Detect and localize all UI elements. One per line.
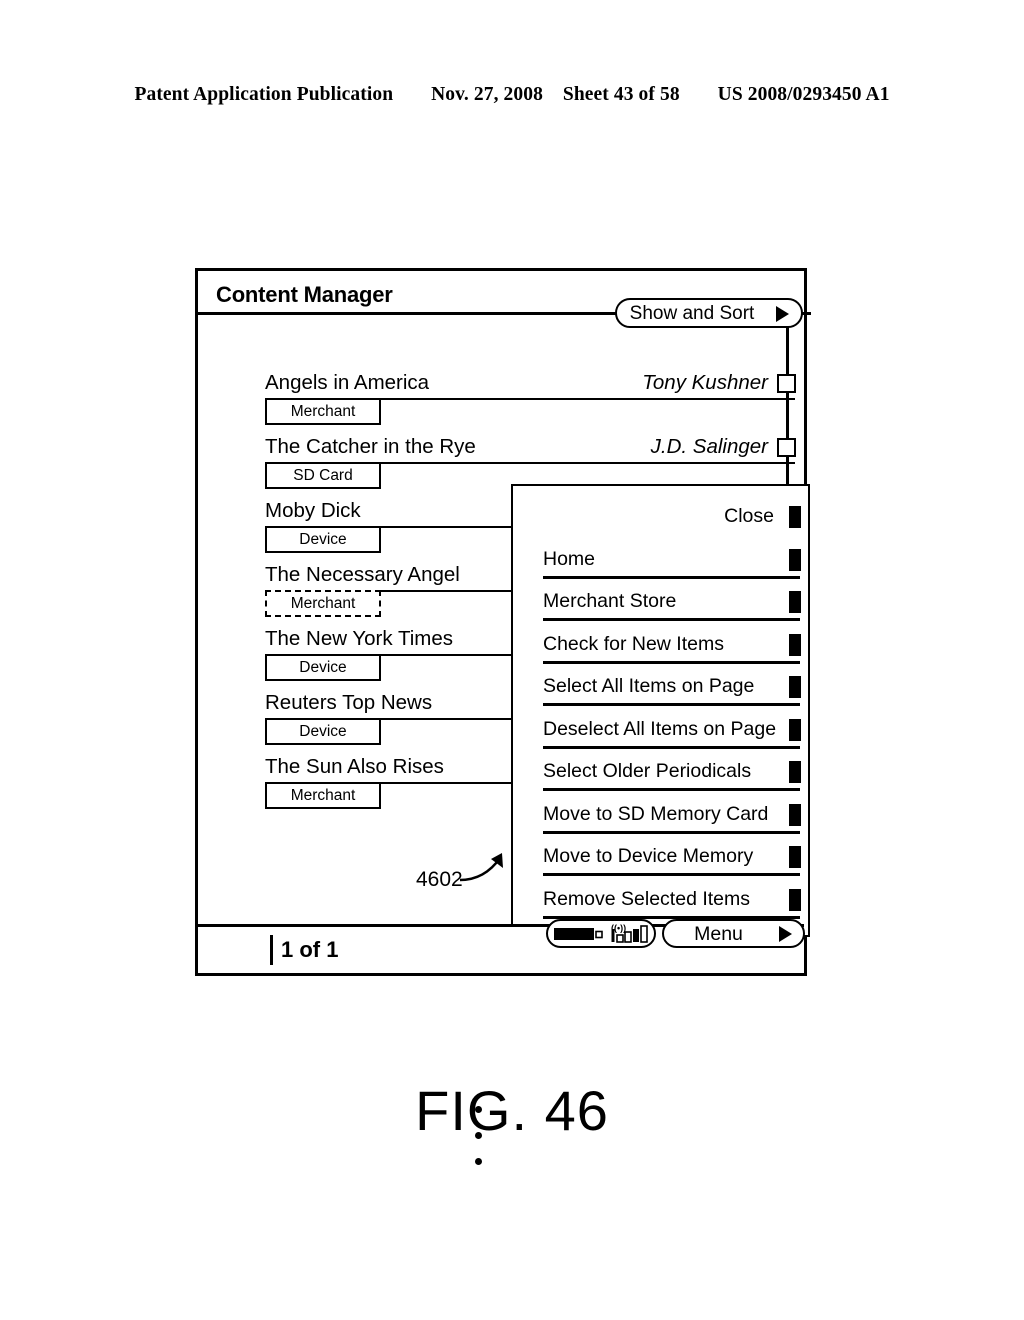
item-location-tag[interactable]: Device [265, 526, 381, 553]
menu-item-label: Select Older Periodicals [543, 760, 752, 782]
sheet-number: Sheet 43 of 58 [562, 84, 680, 105]
square-marker-icon [789, 506, 801, 528]
menu-item-underline [543, 618, 800, 621]
menu-item-label: Select All Items on Page [543, 675, 755, 697]
ellipsis-dot [475, 1106, 482, 1113]
menu-item[interactable]: Select All Items on Page [543, 675, 801, 716]
battery-full-icon [554, 928, 603, 940]
menu-item-label: Move to Device Memory [543, 845, 754, 867]
menu-item[interactable]: Close [543, 505, 801, 546]
menu-item[interactable]: Merchant Store [543, 590, 801, 631]
reference-numeral-4602: 4602 [416, 868, 463, 891]
square-marker-icon [789, 548, 801, 571]
menu-item-underline [543, 873, 800, 876]
square-marker-icon [789, 846, 801, 868]
menu-item-label: Merchant Store [543, 590, 677, 612]
menu-item-underline [543, 745, 800, 749]
page-title: Content Manager [216, 282, 393, 307]
square-marker-icon [789, 718, 801, 741]
menu-item-label: Home [543, 547, 596, 570]
context-popup-menu: Close Home Merchant Store Check for New Ite… [511, 484, 810, 937]
pill-connector-nub [802, 312, 811, 315]
triangle-right-icon [776, 306, 789, 322]
publication-date: Nov. 27, 2008 [431, 84, 543, 105]
menu-item[interactable]: Move to Device Memory [543, 845, 801, 886]
menu-item-label: Close [724, 505, 774, 527]
menu-item-underline [543, 788, 800, 791]
menu-item-label: Move to SD Memory Card [543, 802, 769, 825]
page-indicator-tick [270, 935, 273, 965]
menu-item[interactable]: Move to SD Memory Card [543, 803, 801, 844]
item-location-tag[interactable]: Device [265, 718, 381, 745]
menu-item-underline [543, 703, 800, 706]
list-continues-ellipsis [475, 1106, 482, 1184]
content-list-item[interactable]: Angels in America Tony Kushner Merchant [198, 371, 804, 435]
menu-item-underline [543, 660, 800, 664]
ellipsis-dot [475, 1132, 482, 1139]
square-marker-icon [789, 761, 801, 783]
page-indicator: 1 of 1 [281, 937, 339, 962]
triangle-right-icon [779, 926, 792, 942]
wireless-signal-icon: ((•)) [611, 923, 648, 943]
menu-item-label: Remove Selected Items [543, 887, 751, 910]
item-select-checkbox[interactable] [777, 438, 796, 457]
show-and-sort-label: Show and Sort [629, 303, 755, 324]
menu-item-underline [543, 575, 800, 579]
item-select-checkbox[interactable] [777, 374, 796, 393]
item-location-tag[interactable]: Device [265, 654, 381, 681]
square-marker-icon [789, 888, 801, 911]
patent-page-header: Patent Application Publication Nov. 27, … [0, 84, 1024, 106]
item-author: J.D. Salinger [650, 435, 768, 458]
menu-item-label: Check for New Items [543, 632, 724, 655]
menu-item[interactable]: Select Older Periodicals [543, 760, 801, 801]
screen-statusbar: 1 of 1 ((•)) Menu [198, 919, 805, 973]
square-marker-icon [789, 676, 801, 698]
menu-button-label: Menu [694, 923, 743, 945]
item-location-tag[interactable]: Merchant [265, 782, 381, 809]
item-title: Angels in America [265, 371, 430, 394]
ellipsis-dot [475, 1158, 482, 1165]
status-indicator-pill: ((•)) [546, 919, 656, 948]
menu-item[interactable]: Check for New Items [543, 633, 801, 674]
patent-number: US 2008/0293450 A1 [717, 84, 890, 105]
item-title: The Sun Also Rises [265, 755, 444, 778]
menu-item-label: Deselect All Items on Page [543, 717, 777, 740]
show-and-sort-button[interactable]: Show and Sort [615, 298, 803, 328]
leader-arrow-icon [459, 853, 503, 882]
menu-item[interactable]: Deselect All Items on Page [543, 718, 801, 759]
item-location-tag[interactable]: Merchant [265, 590, 381, 617]
menu-button[interactable]: Menu [662, 919, 805, 948]
square-marker-icon [789, 591, 801, 613]
item-title: Moby Dick [265, 499, 361, 522]
menu-item[interactable]: Home [543, 548, 801, 589]
item-location-tag[interactable]: Merchant [265, 398, 381, 425]
status-icons-group: ((•)) [554, 923, 648, 943]
item-title: The Necessary Angel [265, 563, 460, 586]
item-location-tag[interactable]: SD Card [265, 462, 381, 489]
item-author: Tony Kushner [642, 371, 768, 394]
publication-label: Patent Application Publication [134, 84, 394, 105]
figure-caption: FIG. 46 [415, 1079, 609, 1142]
item-title: The Catcher in the Rye [265, 435, 476, 458]
square-marker-icon [789, 633, 801, 656]
menu-item-underline [543, 830, 800, 834]
item-title: Reuters Top News [265, 691, 433, 714]
item-title: The New York Times [265, 627, 453, 650]
square-marker-icon [789, 803, 801, 826]
